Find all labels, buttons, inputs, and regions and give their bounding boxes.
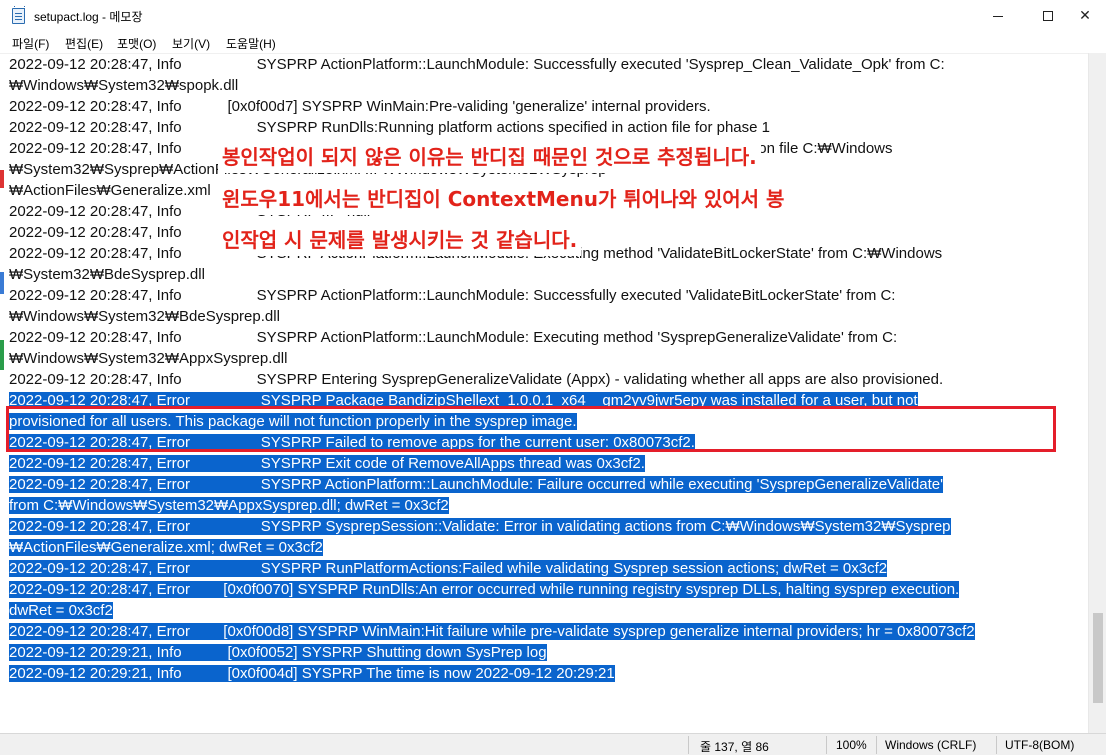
status-separator bbox=[688, 736, 689, 754]
annotation-line-1: 봉인작업이 되지 않은 이유는 반디집 때문인 것으로 추정됩니다. bbox=[218, 141, 761, 173]
log-line: ₩Windows₩System32₩AppxSysprep.dll bbox=[9, 350, 288, 367]
background-window-edge bbox=[0, 272, 4, 294]
selected-log-line: 2022-09-12 20:28:47, Error SYSPRP RunPla… bbox=[9, 558, 888, 579]
menu-bar: 파일(F) 편집(E) 포맷(O) 보기(V) 도움말(H) bbox=[0, 32, 1106, 53]
selection-highlight: 2022-09-12 20:28:47, Error SYSPRP Syspre… bbox=[9, 518, 951, 535]
selection-highlight: from C:₩Windows₩System32₩AppxSysprep.dll… bbox=[9, 497, 449, 514]
close-button[interactable]: ✕ bbox=[1062, 0, 1106, 32]
menu-view[interactable]: 보기(V) bbox=[172, 35, 210, 52]
log-line: 2022-09-12 20:28:47, Info [0x0f00d7] SYS… bbox=[9, 98, 711, 115]
log-line: 2022-09-12 20:28:47, Info SYSPRP RunDlls… bbox=[9, 119, 770, 136]
background-window-edge bbox=[0, 340, 4, 370]
selection-highlight: ₩ActionFiles₩Generalize.xml; dwRet = 0x3… bbox=[9, 539, 323, 556]
log-line: ₩Windows₩System32₩spopk.dll bbox=[9, 77, 239, 94]
minimize-icon bbox=[993, 15, 1003, 17]
selected-log-line: from C:₩Windows₩System32₩AppxSysprep.dll… bbox=[9, 495, 449, 516]
minimize-button[interactable] bbox=[975, 0, 1021, 32]
selected-log-line: 2022-09-12 20:29:21, Info [0x0f004d] SYS… bbox=[9, 663, 615, 684]
selected-log-line: 2022-09-12 20:28:47, Error SYSPRP Exit c… bbox=[9, 453, 645, 474]
maximize-icon bbox=[1043, 11, 1053, 21]
selection-highlight: dwRet = 0x3cf2 bbox=[9, 602, 113, 619]
log-line: 2022-09-12 20:28:47, Info SYSPRP ActionP… bbox=[9, 287, 896, 304]
selected-log-line: ₩ActionFiles₩Generalize.xml; dwRet = 0x3… bbox=[9, 537, 323, 558]
background-window-edge bbox=[0, 170, 4, 188]
status-bar: 줄 137, 열 86 100% Windows (CRLF) UTF-8(BO… bbox=[0, 733, 1106, 755]
log-line: ₩ActionFiles₩Generalize.xml bbox=[9, 182, 211, 199]
selected-log-line: dwRet = 0x3cf2 bbox=[9, 600, 113, 621]
status-separator bbox=[826, 736, 827, 754]
selection-highlight: 2022-09-12 20:29:21, Info [0x0f0052] SYS… bbox=[9, 644, 547, 661]
selection-highlight: 2022-09-12 20:28:47, Error SYSPRP Action… bbox=[9, 476, 943, 493]
error-highlight-box bbox=[6, 406, 1056, 452]
selection-highlight: 2022-09-12 20:28:47, Error [0x0f00d8] SY… bbox=[9, 623, 975, 640]
log-line: 2022-09-12 20:28:47, Info SYSPRP ActionP… bbox=[9, 329, 898, 346]
log-line: 2022-09-12 20:28:47, Info SYSPRP ActionP… bbox=[9, 56, 945, 73]
log-line: ₩System32₩BdeSysprep.dll bbox=[9, 266, 205, 283]
annotation-line-3: 인작업 시 문제를 발생시키는 것 같습니다. bbox=[218, 224, 582, 256]
menu-help[interactable]: 도움말(H) bbox=[226, 35, 276, 52]
vertical-scrollbar[interactable] bbox=[1088, 53, 1106, 733]
selection-highlight: 2022-09-12 20:28:47, Error SYSPRP RunPla… bbox=[9, 560, 888, 577]
scrollbar-thumb[interactable] bbox=[1093, 613, 1103, 703]
zoom-level: 100% bbox=[836, 738, 867, 752]
selected-log-line: 2022-09-12 20:28:47, Error [0x0f00d8] SY… bbox=[9, 621, 975, 642]
status-separator bbox=[876, 736, 877, 754]
cursor-position: 줄 137, 열 86 bbox=[700, 740, 769, 754]
selected-log-line: 2022-09-12 20:29:21, Info [0x0f0052] SYS… bbox=[9, 642, 547, 663]
log-line: ₩Windows₩System32₩BdeSysprep.dll bbox=[9, 308, 280, 325]
selection-highlight: 2022-09-12 20:28:47, Error [0x0f0070] SY… bbox=[9, 581, 960, 598]
title-bar: setupact.log - 메모장 ✕ bbox=[0, 0, 1106, 32]
status-separator bbox=[996, 736, 997, 754]
line-ending: Windows (CRLF) bbox=[885, 738, 977, 752]
menu-edit[interactable]: 편집(E) bbox=[65, 35, 103, 52]
menu-format[interactable]: 포맷(O) bbox=[117, 35, 156, 52]
notepad-icon bbox=[12, 6, 25, 24]
selection-highlight: 2022-09-12 20:28:47, Error SYSPRP Exit c… bbox=[9, 455, 645, 472]
menu-file[interactable]: 파일(F) bbox=[12, 35, 49, 52]
selected-log-line: 2022-09-12 20:28:47, Error SYSPRP Syspre… bbox=[9, 516, 951, 537]
log-line: 2022-09-12 20:28:47, Info SYSPRP Enterin… bbox=[9, 371, 944, 388]
encoding: UTF-8(BOM) bbox=[1005, 738, 1075, 752]
close-icon: ✕ bbox=[1079, 8, 1091, 24]
window-title: setupact.log - 메모장 bbox=[34, 10, 143, 24]
annotation-line-2: 윈도우11에서는 반디집이 ContextMenu가 튀어나와 있어서 봉 bbox=[218, 183, 789, 215]
selected-log-line: 2022-09-12 20:28:47, Error SYSPRP Action… bbox=[9, 474, 943, 495]
selected-log-line: 2022-09-12 20:28:47, Error [0x0f0070] SY… bbox=[9, 579, 960, 600]
selection-highlight: 2022-09-12 20:29:21, Info [0x0f004d] SYS… bbox=[9, 665, 615, 682]
